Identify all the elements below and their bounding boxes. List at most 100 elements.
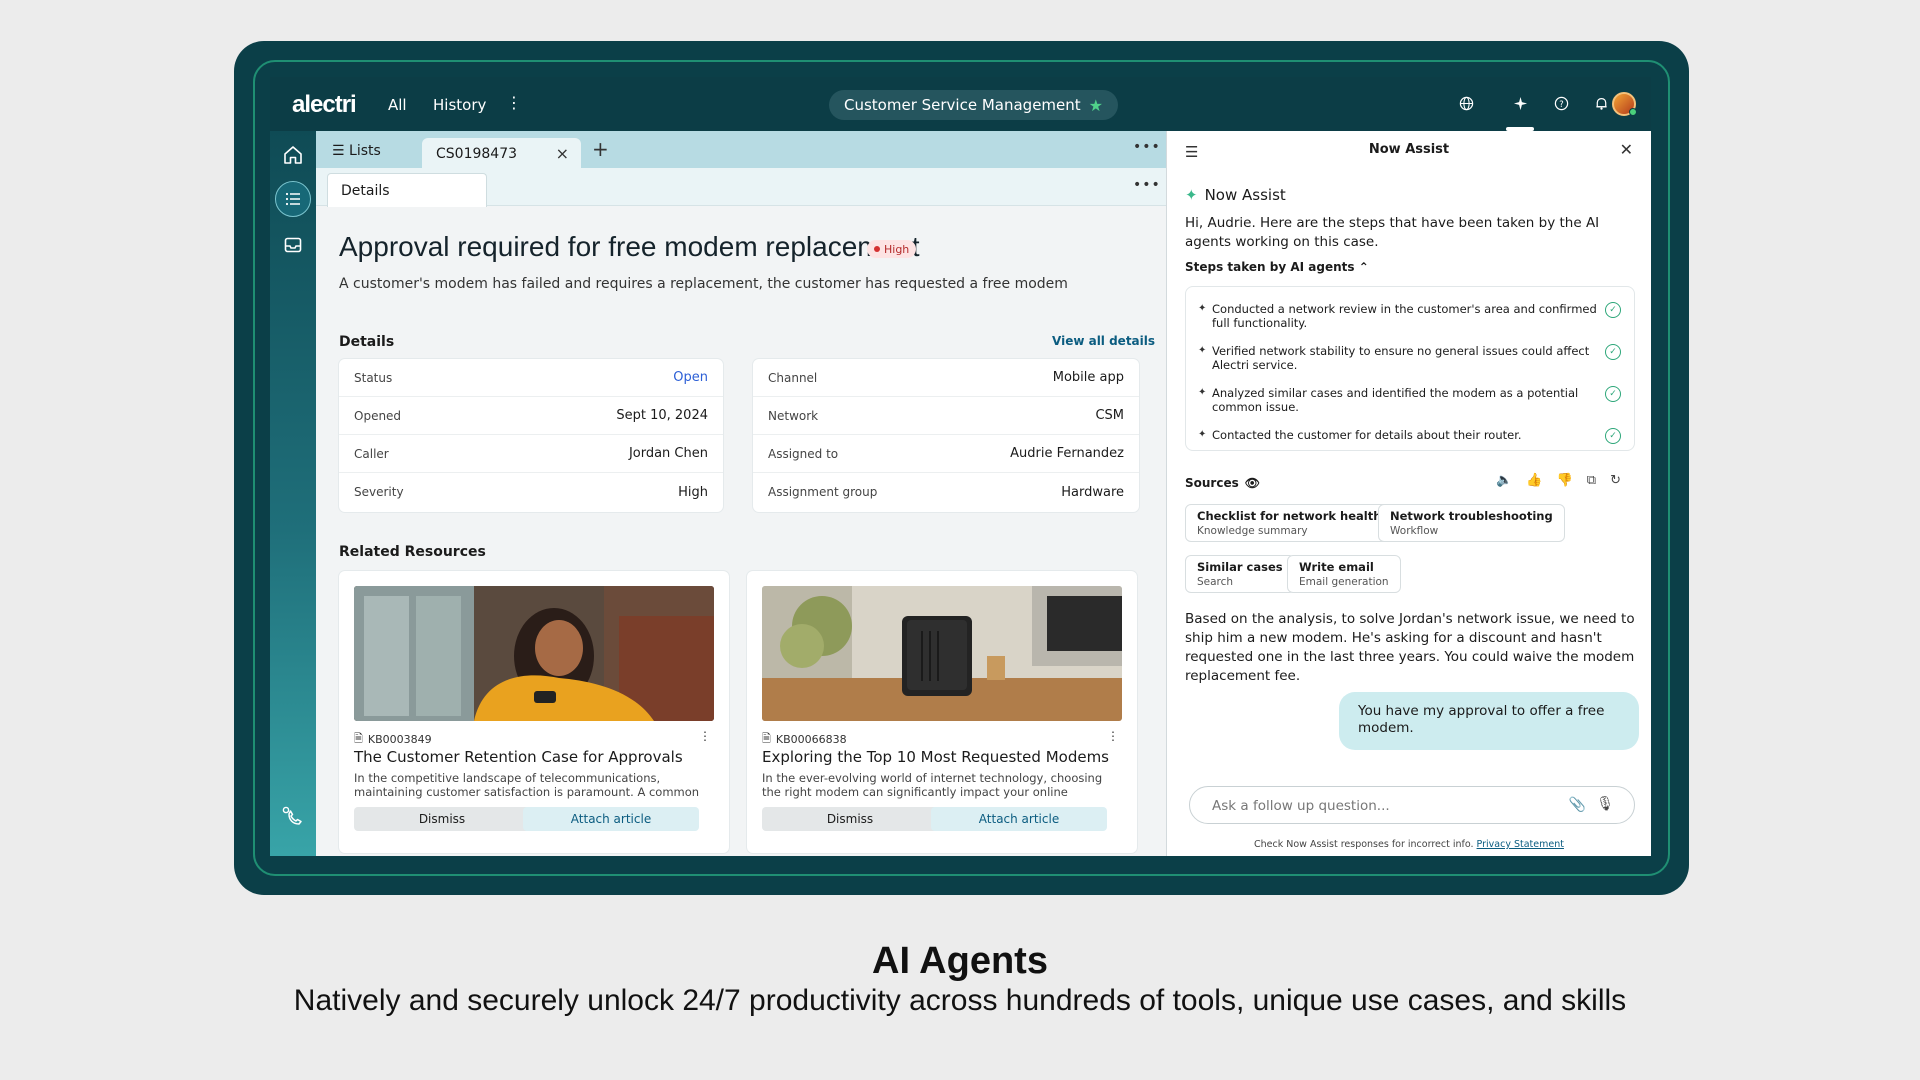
detail-row: Network CSM — [753, 397, 1139, 435]
more-horizontal-icon[interactable]: ••• — [1133, 139, 1161, 155]
help-icon[interactable]: ? — [1551, 93, 1571, 113]
close-tab-icon[interactable]: × — [556, 144, 569, 163]
view-all-details-link[interactable]: View all details — [1052, 334, 1155, 348]
paperclip-icon[interactable]: 📎 — [1569, 797, 1586, 813]
caption-subtitle: Natively and securely unlock 24/7 produc… — [293, 984, 1627, 1017]
step-bullet-icon: ✦ — [1198, 303, 1207, 314]
sparkle-icon[interactable] — [1510, 93, 1530, 113]
user-avatar[interactable] — [1612, 92, 1637, 116]
speaker-icon[interactable]: 🔈 — [1496, 473, 1512, 488]
follow-up-placeholder: Ask a follow up question... — [1212, 798, 1390, 814]
steps-toggle[interactable]: Steps taken by AI agents ⌃ — [1185, 260, 1369, 274]
thumbs-down-icon[interactable]: 👎 — [1557, 473, 1573, 488]
tab-case-label: CS0198473 — [436, 146, 518, 162]
subtab-details[interactable]: Details — [327, 173, 487, 207]
steps-heading: Steps taken by AI agents — [1185, 260, 1355, 274]
dismiss-button[interactable]: Dismiss — [762, 807, 938, 831]
priority-dot — [874, 246, 880, 252]
detail-row: Assignment group Hardware — [753, 473, 1139, 511]
home-icon[interactable] — [279, 141, 307, 169]
privacy-statement-link[interactable]: Privacy Statement — [1477, 839, 1564, 850]
globe-icon[interactable] — [1456, 93, 1476, 113]
detail-value: CSM — [1095, 408, 1124, 423]
tab-case[interactable]: CS0198473 × — [422, 138, 581, 168]
detail-key: Channel — [768, 370, 818, 385]
more-vertical-icon[interactable]: ⋮ — [1107, 729, 1119, 743]
add-tab-icon[interactable]: + — [592, 137, 609, 161]
step-text: Conducted a network review in the custom… — [1212, 302, 1597, 330]
kb-number: KB0003849 — [367, 733, 432, 746]
status-value[interactable]: Open — [673, 370, 708, 385]
copy-icon[interactable]: ⧉ — [1587, 473, 1596, 488]
nav-all[interactable]: All — [388, 96, 407, 114]
step-item: ✦ Conducted a network review in the custo… — [1198, 302, 1621, 330]
app-scope-label: Customer Service Management — [844, 96, 1081, 114]
source-type: Email generation — [1299, 576, 1389, 588]
detail-key: Severity — [354, 485, 404, 499]
attach-article-button[interactable]: Attach article — [523, 807, 699, 831]
now-assist-panel: ☰ Now Assist ✕ ✦ Now Assist Hi, Audrie. H… — [1166, 131, 1651, 856]
more-horizontal-icon[interactable]: ••• — [1133, 177, 1161, 193]
detail-row: Status Open — [339, 359, 723, 397]
detail-key: Opened — [354, 408, 402, 423]
case-title: Approval required for free modem replace… — [339, 231, 920, 262]
tab-lists[interactable]: ☰ Lists — [332, 143, 381, 159]
nav-history[interactable]: History — [433, 96, 486, 114]
eye-icon[interactable]: 👁 — [1245, 476, 1260, 490]
close-icon[interactable]: ✕ — [1620, 140, 1633, 159]
details-card-right: Channel Mobile app Network CSM Assigned to… — [753, 359, 1139, 512]
detail-value: Mobile app — [1052, 370, 1124, 385]
related-resources-heading: Related Resources — [339, 544, 486, 560]
user-message-bubble: You have my approval to offer a free mod… — [1339, 692, 1639, 750]
svg-text:?: ? — [1559, 98, 1563, 108]
alectri-logo[interactable]: alectri — [292, 91, 357, 119]
step-item: ✦ Verified network stability to ensure no… — [1198, 344, 1621, 372]
response-toolbar: 🔈 👍 👎 ⧉ ↻ — [1496, 473, 1621, 488]
source-chip[interactable]: Checklist for network health Knowledge su… — [1185, 504, 1394, 542]
refresh-icon[interactable]: ↻ — [1610, 473, 1621, 488]
detail-row: Severity High — [339, 473, 723, 511]
resource-excerpt: In the competitive landscape of telecomm… — [354, 771, 700, 800]
dismiss-button[interactable]: Dismiss — [354, 807, 530, 831]
source-chip[interactable]: Write email Email generation — [1287, 555, 1401, 593]
inbox-icon[interactable] — [279, 231, 307, 259]
resource-image-modem — [762, 586, 1122, 721]
app-screen: alectri All History ⋮ Customer Service M… — [270, 77, 1651, 856]
kb-number: KB00066838 — [775, 733, 847, 746]
list-icon[interactable] — [275, 181, 311, 217]
tab-lists-label: Lists — [349, 143, 381, 159]
attach-article-button[interactable]: Attach article — [931, 807, 1107, 831]
source-title: Checklist for network health — [1197, 509, 1382, 523]
app-scope-pill[interactable]: Customer Service Management ★ — [829, 90, 1118, 120]
microphone-icon[interactable]: 🎙 — [1596, 796, 1614, 812]
top-navigation-bar: alectri All History ⋮ Customer Service M… — [270, 77, 1651, 131]
panel-title: Now Assist — [1368, 142, 1450, 157]
bell-icon[interactable] — [1591, 93, 1611, 113]
more-vertical-icon[interactable]: ⋮ — [699, 729, 711, 743]
source-type: Knowledge summary — [1197, 525, 1308, 537]
favorite-star-icon[interactable]: ★ — [1089, 96, 1103, 115]
assist-brand: ✦ Now Assist — [1185, 186, 1286, 204]
step-bullet-icon: ✦ — [1198, 345, 1207, 356]
disclaimer-text: Check Now Assist responses for incorrect… — [1254, 839, 1474, 850]
detail-key: Caller — [354, 446, 389, 461]
resource-title[interactable]: The Customer Retention Case for Approval… — [354, 748, 683, 766]
follow-up-input[interactable]: Ask a follow up question... 📎 🎙 — [1189, 786, 1635, 824]
resource-kb: 🗎 KB00066838 — [762, 730, 847, 749]
source-chip[interactable]: Similar cases Search — [1185, 555, 1295, 593]
source-title: Write email — [1299, 560, 1374, 574]
record-workspace: ☰ Lists CS0198473 × + ••• Details ••• Ap… — [316, 131, 1166, 856]
phone-icon[interactable] — [279, 803, 307, 831]
priority-label: High — [884, 242, 910, 256]
check-circle-icon: ✓ — [1605, 386, 1621, 402]
more-vertical-icon[interactable]: ⋮ — [506, 93, 522, 112]
source-chip[interactable]: Network troubleshooting Workflow — [1378, 504, 1565, 542]
thumbs-up-icon[interactable]: 👍 — [1526, 473, 1542, 488]
detail-value: Sept 10, 2024 — [616, 408, 708, 423]
source-title: Network troubleshooting — [1390, 509, 1553, 523]
source-type: Workflow — [1390, 525, 1439, 537]
detail-key: Assignment group — [768, 485, 878, 499]
resource-image-woman-phone — [354, 586, 714, 721]
presence-indicator — [1629, 108, 1637, 116]
resource-title[interactable]: Exploring the Top 10 Most Requested Mode… — [762, 748, 1109, 766]
